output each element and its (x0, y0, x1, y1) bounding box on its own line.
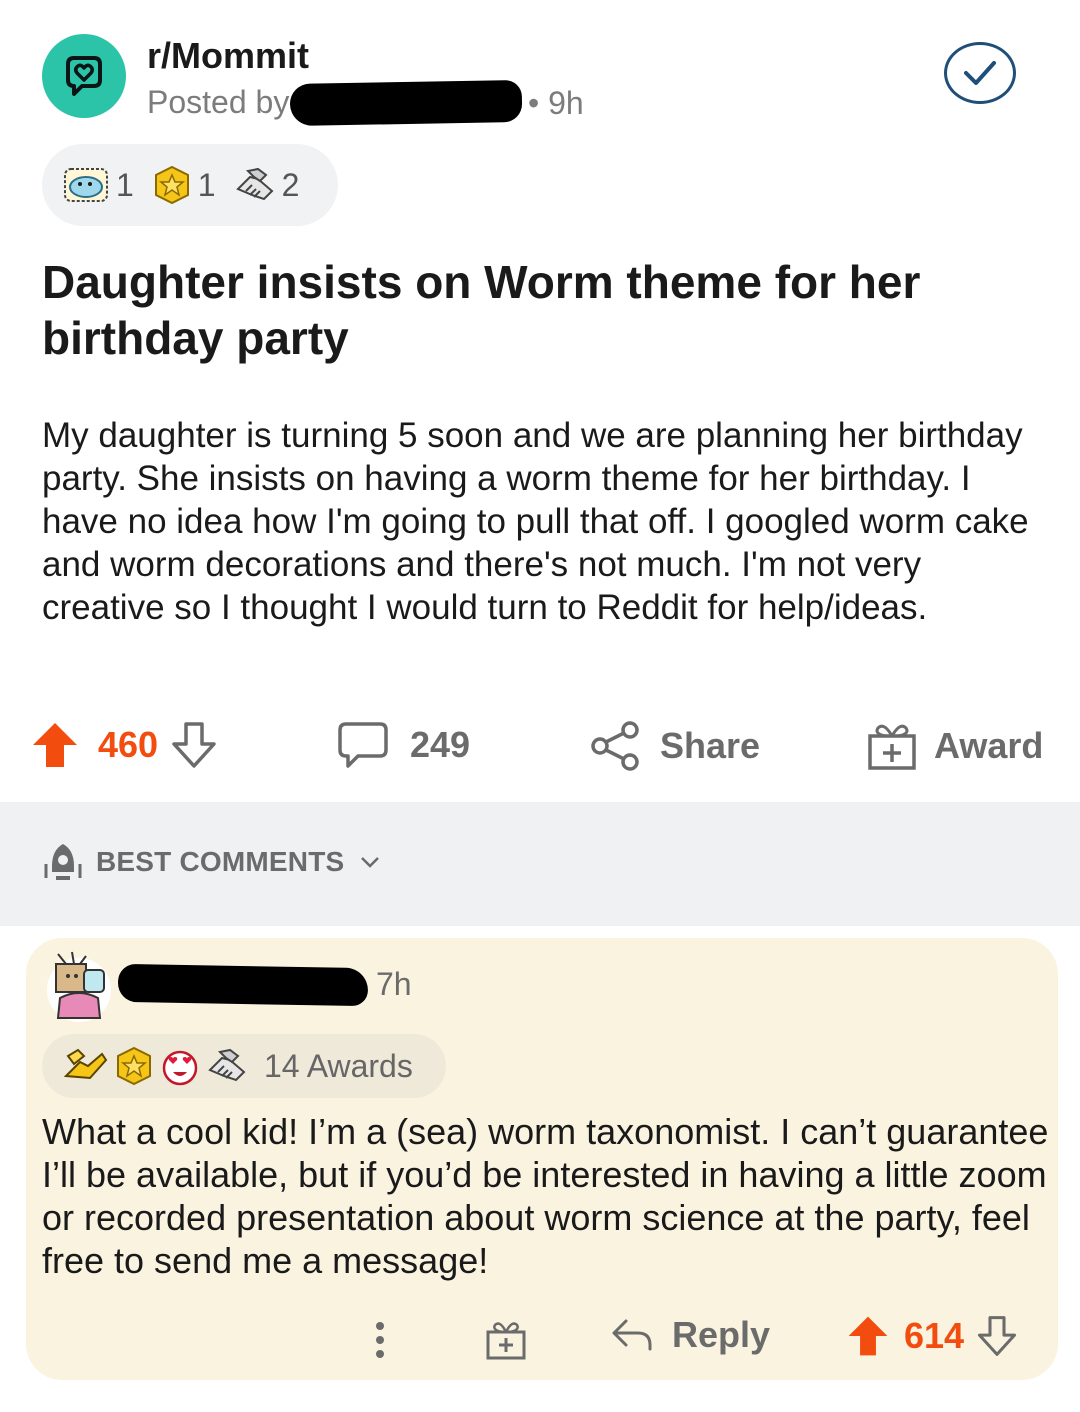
post-score: 460 (98, 724, 159, 765)
award-item (114, 1046, 154, 1086)
award-item (62, 1046, 108, 1086)
subreddit-name[interactable]: r/Mommit (147, 34, 309, 78)
share-icon (591, 721, 639, 771)
reply-arrow-icon (612, 1319, 652, 1351)
vote-control: 460 (30, 720, 218, 770)
comments-count: 249 (410, 724, 471, 765)
award-item: 2 (234, 165, 300, 205)
wholesome-seal-award-icon (64, 168, 108, 202)
posted-by-label: Posted by (147, 84, 290, 120)
subreddit-avatar[interactable] (42, 34, 126, 118)
award-count: 2 (281, 166, 300, 203)
reply-label: Reply (672, 1314, 771, 1355)
rocket-icon (44, 844, 82, 880)
gift-award-icon (868, 724, 916, 770)
chevron-down-icon (361, 857, 380, 868)
comments-button[interactable]: 249 (336, 720, 470, 770)
redacted-username (117, 963, 369, 1007)
comment-card: 7h 14 Awards What a cool kid! I’m a (sea… (26, 938, 1058, 1380)
downvote-icon[interactable] (976, 1314, 1018, 1358)
upvote-icon[interactable] (846, 1314, 890, 1358)
redacted-username (289, 79, 523, 127)
gold-star-award-icon (154, 165, 189, 205)
awards-count-label: 14 Awards (264, 1047, 413, 1084)
award-item (206, 1046, 248, 1086)
downvote-icon[interactable] (170, 720, 218, 770)
award-item: 1 (152, 165, 216, 205)
award-count: 1 (116, 166, 134, 203)
post-title[interactable]: Daughter insists on Worm theme for her b… (42, 254, 1032, 366)
award-button[interactable]: Award (866, 720, 1043, 772)
post-body: My daughter is turning 5 soon and we are… (42, 416, 1029, 627)
post-awards[interactable]: 1 1 2 (42, 144, 338, 226)
comment-body: What a cool kid! I’m a (sea) worm taxono… (42, 1111, 1049, 1281)
handshake-award-icon (208, 1048, 246, 1082)
comment-age: 7h (376, 966, 412, 1002)
reply-button[interactable]: Reply (610, 1314, 770, 1356)
award-label: Award (934, 725, 1044, 766)
post-action-bar: 460 249 Share Award (0, 710, 1080, 790)
comment-vote-control: 614 (846, 1314, 1018, 1358)
helpful-hands-award-icon (63, 1048, 108, 1080)
checkmark-icon (964, 61, 996, 85)
more-options-icon[interactable] (370, 1320, 390, 1360)
joined-button[interactable] (944, 42, 1016, 104)
share-label: Share (660, 725, 761, 766)
comment-action-bar: Reply 614 (26, 1310, 1058, 1370)
comment-awards[interactable]: 14 Awards (42, 1034, 446, 1098)
award-item (160, 1046, 200, 1086)
post-age: • 9h (528, 85, 584, 121)
upvote-icon[interactable] (30, 720, 80, 770)
chat-heart-icon (66, 56, 102, 96)
gift-award-icon[interactable] (484, 1318, 528, 1362)
post-card: r/Mommit Posted by • 9h 1 1 2 Daughter i… (0, 0, 1080, 800)
comments-sort-button[interactable]: BEST COMMENTS (42, 840, 380, 884)
award-item: 1 (62, 165, 134, 205)
share-button[interactable]: Share (590, 720, 760, 772)
user-avatar[interactable] (42, 948, 116, 1022)
sort-label: BEST COMMENTS (96, 846, 345, 877)
gold-star-award-icon (117, 1046, 151, 1086)
comment-bubble-icon (338, 722, 388, 768)
award-count: 1 (197, 166, 216, 203)
heart-eyes-award-icon (162, 1050, 198, 1086)
comment-score: 614 (904, 1315, 965, 1356)
handshake-award-icon (235, 167, 274, 201)
